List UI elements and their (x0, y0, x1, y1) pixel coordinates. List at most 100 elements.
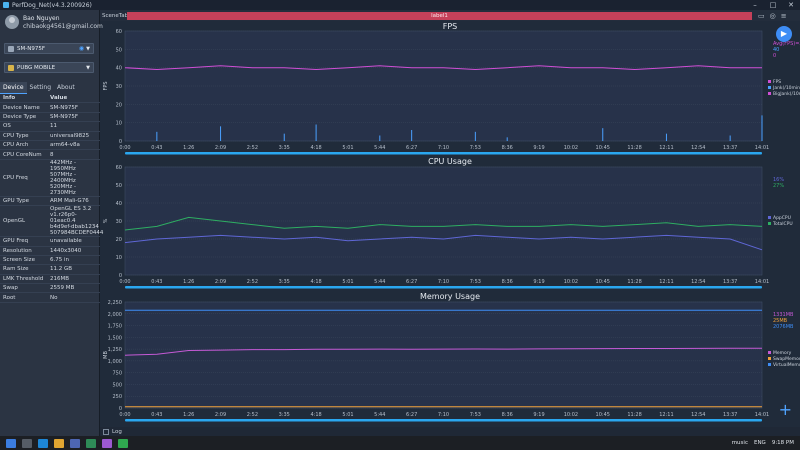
table-row: CPU Arch arm64-v8a (0, 141, 100, 151)
info-value: 6.75 in (50, 257, 70, 264)
device-select[interactable]: SM-N975F ◉ ▼ (4, 43, 94, 54)
app-icon[interactable] (86, 438, 96, 448)
y-tick-label: 60 (116, 29, 122, 35)
info-key: LMK Threshold (3, 275, 44, 282)
x-tick-label: 2:09 (215, 412, 226, 418)
app-icon[interactable] (70, 438, 80, 448)
x-tick-label: 9:19 (533, 412, 544, 418)
y-tick-label: 10 (116, 121, 122, 127)
log-checkbox[interactable] (103, 428, 109, 435)
x-tick-label: 8:36 (502, 145, 513, 151)
legend-swatch (768, 86, 771, 89)
y-tick-label: 10 (116, 255, 122, 261)
x-tick-label: 12:54 (691, 412, 705, 418)
legend-entry: SwapMemory (773, 356, 800, 362)
add-icon[interactable]: + (779, 400, 792, 419)
info-value: unavailable (50, 238, 82, 245)
app-game-icon (8, 64, 14, 71)
menu-icon[interactable]: ≡ (781, 12, 787, 20)
legend-entry: Jank(/10min) (772, 85, 800, 91)
chart-title: Memory Usage (420, 292, 480, 301)
info-value: SM-N975F (50, 104, 78, 111)
minimize-icon[interactable]: – (746, 0, 764, 10)
y-tick-label: 50 (116, 47, 122, 53)
table-row: Device Type SM-N975F (0, 113, 100, 123)
x-tick-label: 12:11 (659, 412, 673, 418)
value-label: 27% (773, 183, 784, 189)
scene-label-track[interactable]: label1 (127, 11, 752, 20)
log-bar: Log (100, 427, 800, 436)
tab-about[interactable]: About (54, 82, 78, 94)
info-value: SM-N975F (50, 113, 78, 120)
window-title: PerfDog_Net(v4.3.200926) (12, 1, 92, 9)
play-button[interactable]: ▶ (776, 26, 792, 42)
y-axis-label: FPS (103, 81, 109, 90)
scene-tab-label: SceneTab (102, 12, 129, 19)
windows-start-icon[interactable] (6, 438, 16, 448)
x-tick-label: 4:18 (310, 279, 321, 285)
phone-icon (8, 45, 14, 52)
info-key: GPU Freq (3, 238, 29, 245)
table-row: GPU Freq unavailable (0, 237, 100, 247)
globe-icon[interactable]: ◎ (770, 12, 776, 20)
wifi-icon: ◉ (78, 45, 85, 52)
system-tray: music ENG 9:18 PM (732, 440, 800, 446)
y-tick-label: 750 (112, 371, 122, 377)
info-key: CPU CoreNum (3, 151, 42, 158)
x-tick-label: 9:19 (533, 145, 544, 151)
tab-device[interactable]: Device (0, 82, 27, 94)
app-icon[interactable] (118, 438, 128, 448)
legend-swatch (768, 216, 771, 219)
avatar[interactable] (5, 15, 19, 29)
y-tick-label: 30 (116, 219, 122, 225)
y-tick-label: 1,500 (108, 335, 122, 341)
legend-entry: Memory (773, 350, 792, 356)
maximize-icon[interactable]: □ (764, 0, 782, 10)
tab-setting[interactable]: Setting (27, 82, 54, 94)
y-axis-label: % (103, 218, 109, 223)
sidebar: Bao Nguyen chibaokg4561@gmail.com SM-N97… (0, 10, 103, 436)
chart-title: FPS (443, 22, 458, 31)
folder-icon[interactable] (54, 438, 64, 448)
x-tick-label: 12:11 (659, 145, 673, 151)
legend-swatch (768, 222, 771, 225)
user-name: Bao Nguyen (23, 15, 60, 22)
log-label: Log (112, 428, 122, 435)
edge-icon[interactable] (38, 438, 48, 448)
x-tick-label: 1:26 (183, 412, 194, 418)
value-label: 2076MB (773, 324, 794, 330)
device-info-table: Info Value Device Name SM-N975F Device Typ… (0, 94, 103, 303)
info-key: Device Type (3, 113, 37, 120)
language-indicator[interactable]: ENG (754, 440, 766, 446)
x-tick-label: 1:26 (183, 145, 194, 151)
table-row: OpenGL OpenGL ES 3.2 v1.r26p0-01eac0.4 b4… (0, 206, 103, 238)
x-tick-label: 2:52 (247, 145, 258, 151)
x-tick-label: 13:37 (723, 145, 737, 151)
x-tick-label: 6:27 (406, 145, 417, 151)
chart-plot-frame (124, 301, 763, 409)
table-row: Root No (0, 293, 100, 303)
table-row: CPU Type universal9825 (0, 132, 100, 141)
taskbar: music ENG 9:18 PM (0, 436, 800, 450)
app-icon[interactable] (102, 438, 112, 448)
legend-entry: FPS (773, 79, 781, 85)
legend-entry: BigJank(/10min) (773, 91, 800, 97)
close-icon[interactable]: ✕ (782, 0, 800, 10)
info-key: CPU Arch (3, 142, 29, 149)
y-tick-label: 30 (116, 84, 122, 90)
x-tick-label: 14:01 (755, 412, 769, 418)
device-select-value: SM-N975F (17, 45, 45, 52)
chevron-down-icon: ▼ (86, 64, 90, 71)
clock[interactable]: 9:18 PM (772, 440, 794, 446)
table-row: Resolution 1440x3040 (0, 247, 100, 256)
y-tick-label: 1,000 (108, 359, 122, 365)
search-icon[interactable] (22, 438, 32, 448)
x-tick-label: 3:35 (279, 279, 290, 285)
y-tick-label: 40 (116, 66, 122, 72)
x-tick-label: 7:53 (470, 412, 481, 418)
x-tick-label: 0:43 (151, 145, 162, 151)
folder-icon[interactable]: ▭ (758, 12, 765, 20)
app-select[interactable]: PUBG MOBILE ▼ (4, 62, 94, 73)
x-tick-label: 7:53 (470, 145, 481, 151)
info-key: OpenGL (3, 218, 26, 225)
